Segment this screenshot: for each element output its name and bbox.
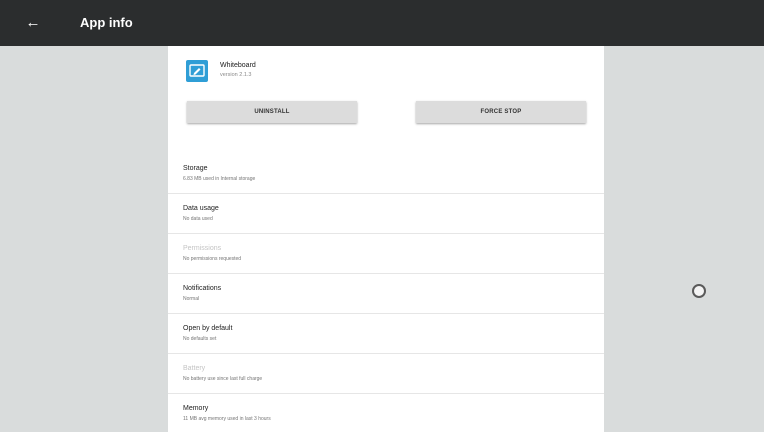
row-subtitle: 6.83 MB used in Internal storage: [183, 176, 256, 182]
open-by-default-row[interactable]: Open by default No defaults set: [168, 314, 604, 354]
app-name: Whiteboard: [220, 62, 256, 69]
row-subtitle: No permissions requested: [183, 256, 242, 262]
row-title: Notifications: [183, 285, 222, 292]
notifications-row[interactable]: Notifications Normal: [168, 274, 604, 314]
page-title: App info: [80, 15, 133, 30]
row-subtitle: No data used: [183, 216, 213, 222]
row-title: Permissions: [183, 245, 222, 252]
row-title: Storage: [183, 165, 208, 172]
row-title: Battery: [183, 365, 206, 372]
permissions-row: Permissions No permissions requested: [168, 234, 604, 274]
settings-list: Storage 6.83 MB used in Internal storage…: [168, 154, 604, 432]
row-title: Memory: [183, 405, 209, 412]
whiteboard-app-icon: [186, 60, 208, 82]
row-subtitle: No battery use since last full charge: [183, 376, 263, 382]
uninstall-button[interactable]: UNINSTALL: [187, 101, 357, 123]
memory-row[interactable]: Memory 11 MB avg memory used in last 3 h…: [168, 394, 604, 432]
touch-pointer-circle-icon: [692, 284, 706, 298]
app-bar: ← App info: [0, 0, 764, 46]
force-stop-button[interactable]: FORCE STOP: [416, 101, 586, 123]
app-info-panel: Whiteboard version 2.1.3 UNINSTALL FORCE…: [168, 46, 604, 432]
battery-row: Battery No battery use since last full c…: [168, 354, 604, 394]
row-title: Data usage: [183, 205, 219, 212]
data-usage-row[interactable]: Data usage No data used: [168, 194, 604, 234]
row-title: Open by default: [183, 325, 233, 332]
row-subtitle: No defaults set: [183, 336, 217, 342]
back-arrow-icon[interactable]: ←: [22, 12, 44, 34]
app-version: version 2.1.3: [220, 72, 252, 78]
row-subtitle: 11 MB avg memory used in last 3 hours: [183, 416, 271, 422]
row-subtitle: Normal: [183, 296, 200, 302]
app-header: Whiteboard version 2.1.3: [186, 60, 566, 90]
storage-row[interactable]: Storage 6.83 MB used in Internal storage: [168, 154, 604, 194]
